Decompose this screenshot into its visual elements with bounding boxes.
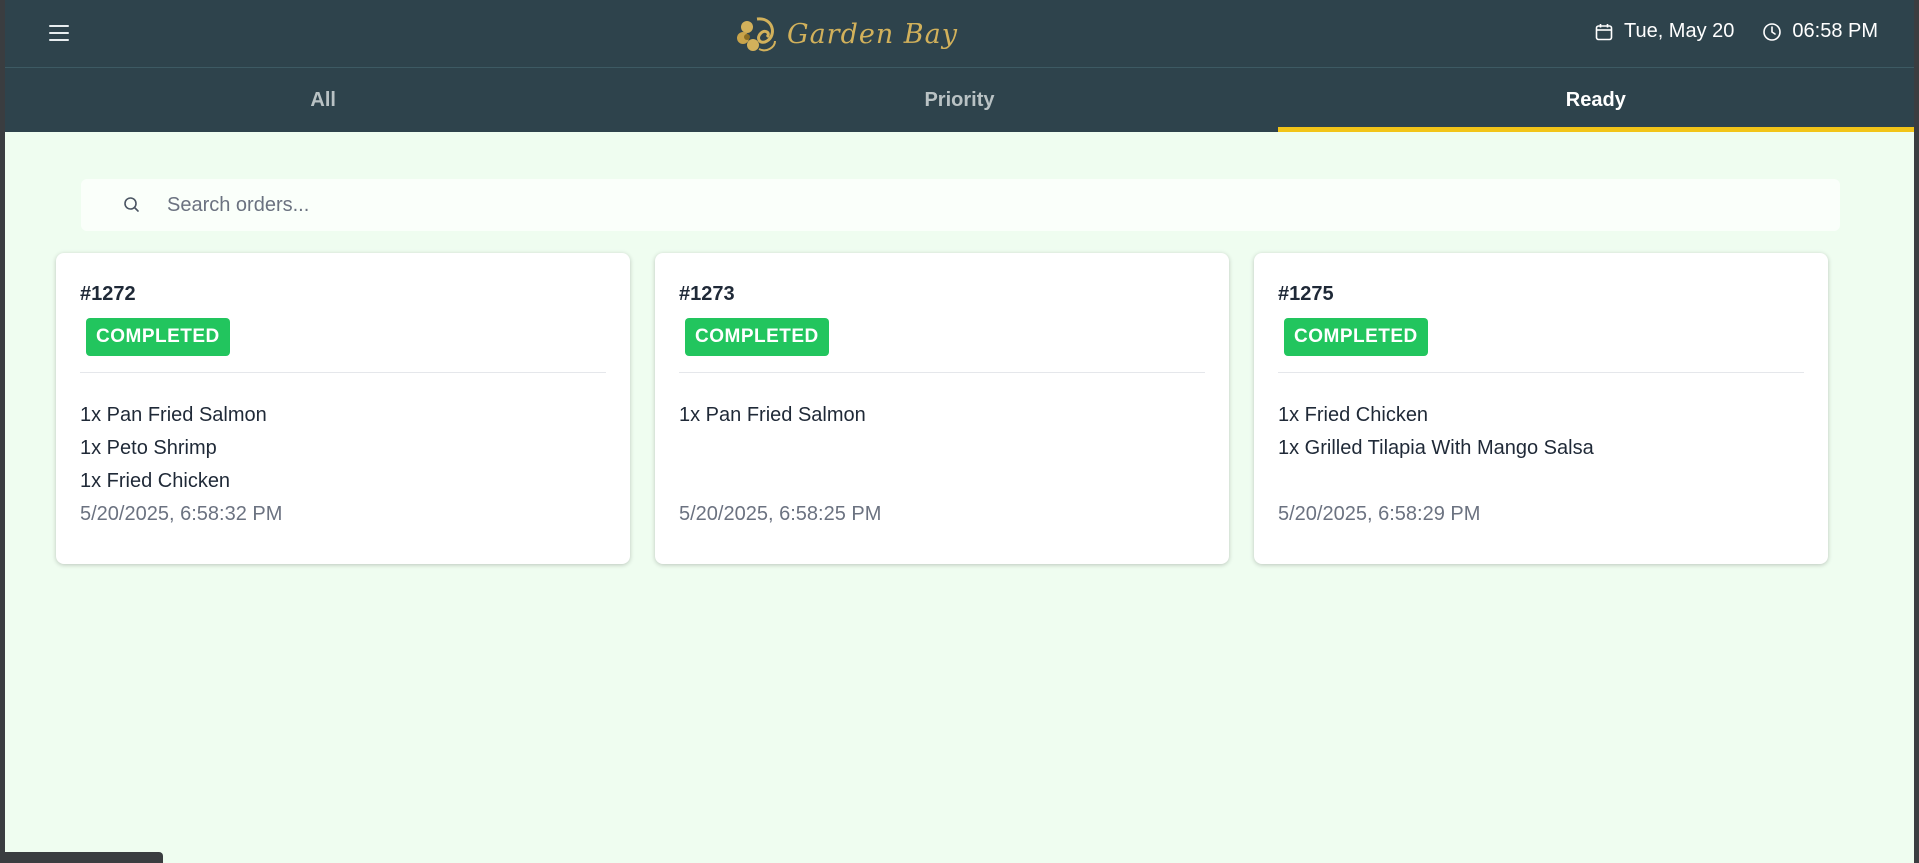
brand-name: Garden Bay xyxy=(787,18,958,50)
order-item: 1x Fried Chicken xyxy=(1278,404,1429,426)
order-item: 1x Pan Fried Salmon xyxy=(679,404,866,426)
time-display: 06:58 PM xyxy=(1762,20,1878,43)
browser-status-bar xyxy=(5,852,163,863)
search-icon xyxy=(124,197,139,212)
order-cards: #1272 COMPLETED 1x Pan Fried Salmon 1x P… xyxy=(56,253,1828,564)
search-bar xyxy=(81,179,1840,231)
order-number: #1272 xyxy=(80,283,136,305)
order-number: #1275 xyxy=(1278,283,1334,305)
card-divider xyxy=(679,372,1205,373)
order-item: 1x Grilled Tilapia With Mango Salsa xyxy=(1278,437,1594,459)
clock-icon xyxy=(1763,22,1782,41)
hamburger-menu-icon[interactable] xyxy=(49,22,75,44)
order-item: 1x Peto Shrimp xyxy=(80,437,217,459)
card-divider xyxy=(1278,372,1804,373)
time-text: 06:58 PM xyxy=(1792,20,1878,42)
order-card[interactable]: #1273 COMPLETED 1x Pan Fried Salmon 5/20… xyxy=(655,253,1229,564)
order-item: 1x Fried Chicken xyxy=(80,470,231,492)
flower-logo-icon xyxy=(737,17,776,52)
order-items: 1x Pan Fried Salmon xyxy=(679,399,1205,432)
status-badge: COMPLETED xyxy=(685,318,829,356)
tab-ready[interactable]: Ready xyxy=(1277,68,1914,132)
card-divider xyxy=(80,372,606,373)
order-item: 1x Pan Fried Salmon xyxy=(80,404,267,426)
order-card[interactable]: #1272 COMPLETED 1x Pan Fried Salmon 1x P… xyxy=(56,253,630,564)
order-filter-tabs: All Priority Ready xyxy=(5,68,1914,132)
date-display: Tue, May 20 xyxy=(1594,20,1734,43)
order-timestamp: 5/20/2025, 6:58:29 PM xyxy=(1278,503,1481,525)
status-badge: COMPLETED xyxy=(1284,318,1428,356)
top-bar: Garden Bay Tue, May 20 06:58 PM xyxy=(5,0,1914,68)
order-timestamp: 5/20/2025, 6:58:25 PM xyxy=(679,503,882,525)
date-text: Tue, May 20 xyxy=(1623,20,1735,42)
kitchen-display-app: Garden Bay Tue, May 20 06:58 PM All Prio… xyxy=(5,0,1914,863)
search-input[interactable] xyxy=(167,193,1840,217)
date-time-display: Tue, May 20 06:58 PM xyxy=(1594,20,1878,43)
status-badge: COMPLETED xyxy=(86,318,230,356)
calendar-icon xyxy=(1595,23,1613,40)
order-items: 1x Pan Fried Salmon 1x Peto Shrimp 1x Fr… xyxy=(80,399,606,498)
order-number: #1273 xyxy=(679,283,735,305)
order-items: 1x Fried Chicken 1x Grilled Tilapia With… xyxy=(1278,399,1804,465)
tab-all[interactable]: All xyxy=(5,68,641,132)
order-timestamp: 5/20/2025, 6:58:32 PM xyxy=(80,503,283,525)
order-card[interactable]: #1275 COMPLETED 1x Fried Chicken 1x Gril… xyxy=(1254,253,1828,564)
brand-logo: Garden Bay xyxy=(733,10,958,58)
tab-priority[interactable]: Priority xyxy=(641,68,1277,132)
